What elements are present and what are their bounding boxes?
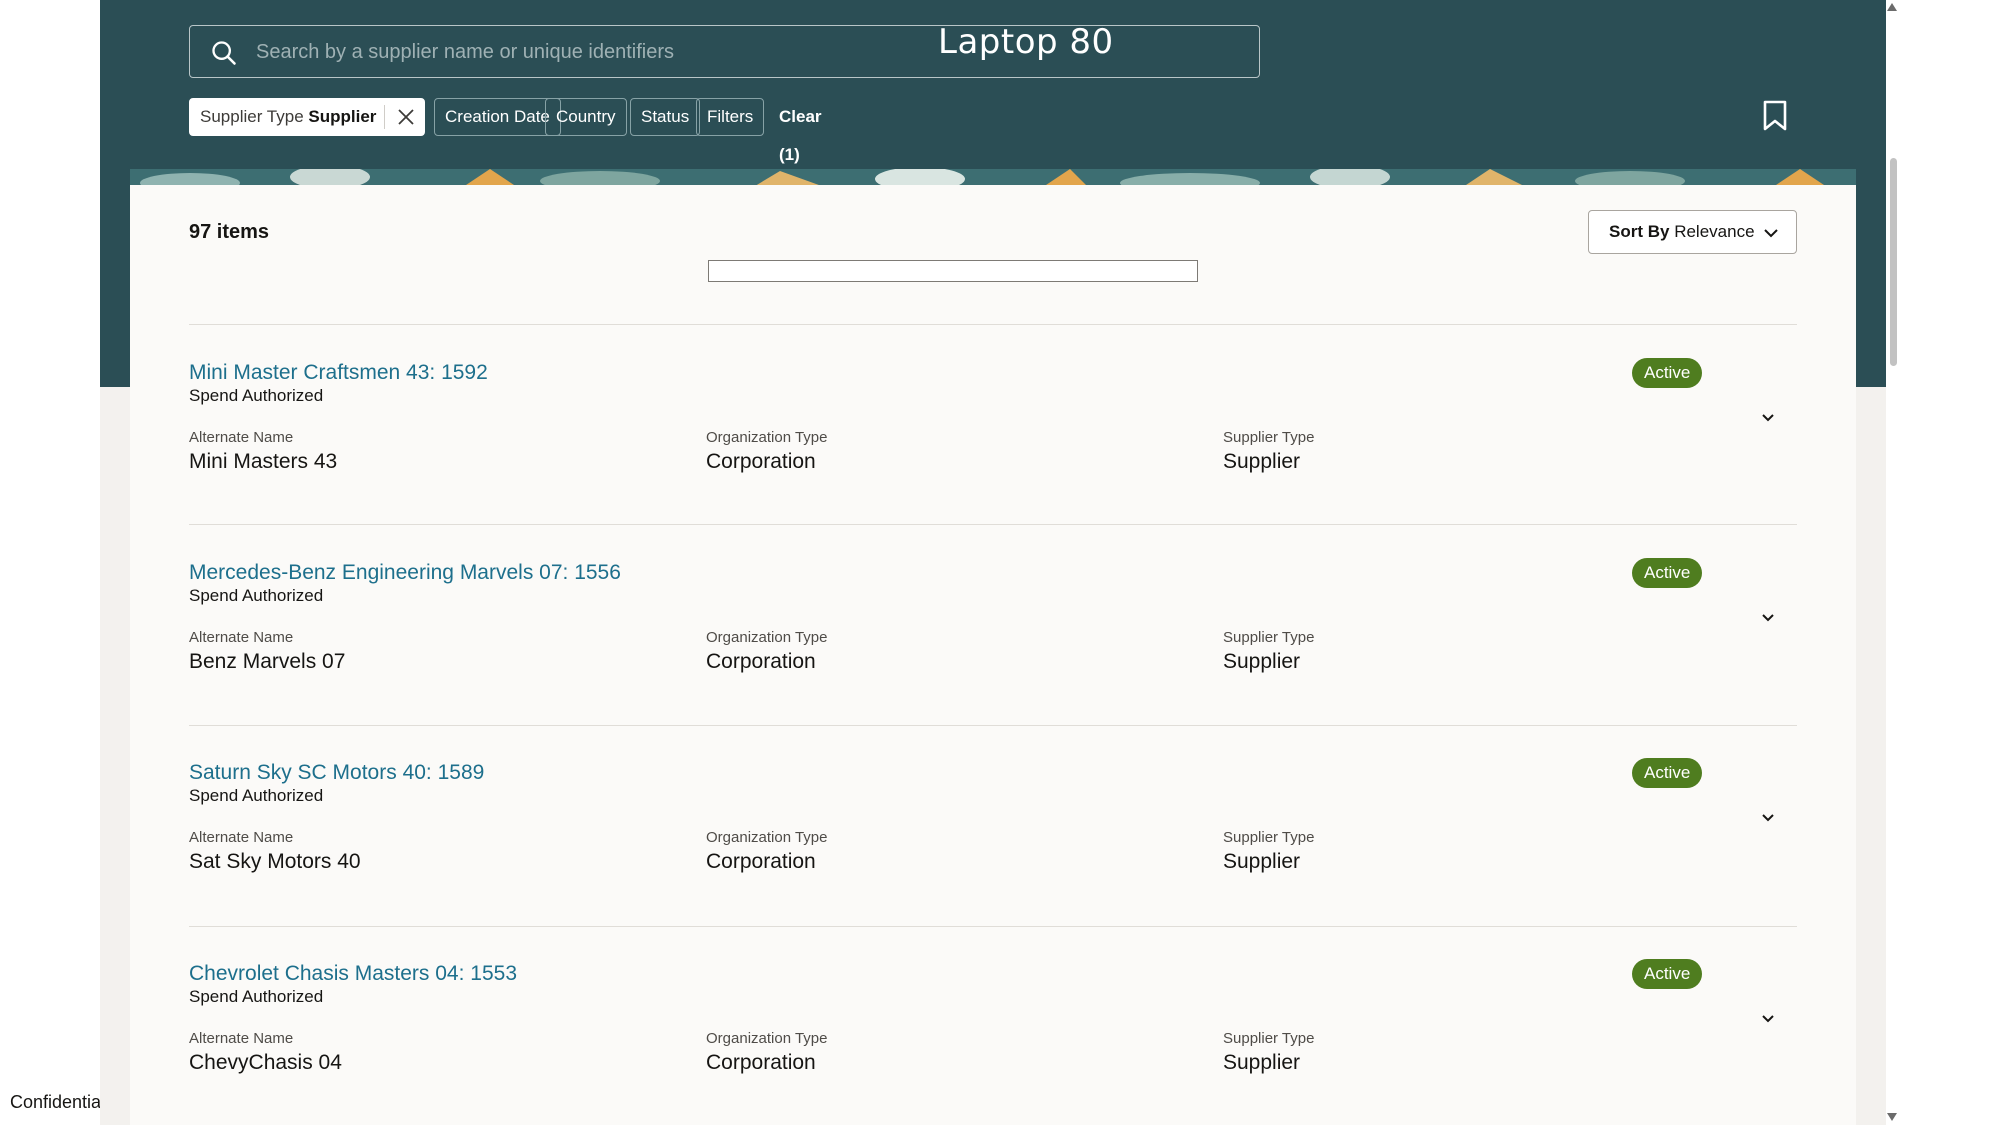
organization-type-field: Organization Type Corporation	[706, 1030, 827, 1075]
supplier-name-link[interactable]: Chevrolet Chasis Masters 04: 1553	[189, 962, 517, 986]
supplier-row: Saturn Sky SC Motors 40: 1589 Spend Auth…	[189, 758, 1797, 961]
field-value: Corporation	[706, 850, 816, 873]
field-label: Supplier Type	[1223, 429, 1315, 446]
status-badge: Active	[1632, 358, 1703, 388]
field-value: Corporation	[706, 650, 816, 673]
confidential-footer: Confidential	[10, 1092, 100, 1112]
field-label: Supplier Type	[1223, 1030, 1315, 1047]
supplier-status-text: Spend Authorized	[189, 586, 324, 605]
chip-separator	[384, 105, 386, 129]
field-value: Supplier	[1223, 450, 1301, 473]
field-value: Supplier	[1223, 850, 1301, 873]
field-value: Mini Masters 43	[189, 450, 338, 473]
field-value: Benz Marvels 07	[189, 650, 346, 673]
field-label: Supplier Type	[1223, 629, 1315, 646]
scrollbar-thumb[interactable]	[1890, 158, 1897, 366]
app-frame: Laptop 80 Supplier Type Supplier Creatio…	[100, 0, 1886, 1125]
bookmark-icon[interactable]	[1762, 100, 1788, 132]
supplier-type-field: Supplier Type Supplier	[1223, 629, 1314, 674]
field-value: Sat Sky Motors 40	[189, 850, 361, 873]
render-artifact	[708, 260, 1198, 282]
supplier-row: Chevrolet Chasis Masters 04: 1553 Spend …	[189, 959, 1797, 1125]
supplier-status-text: Spend Authorized	[189, 386, 324, 405]
supplier-row: Mini Master Craftsmen 43: 1592 Spend Aut…	[189, 358, 1797, 561]
alternate-name-field: Alternate Name ChevyChasis 04	[189, 1030, 342, 1075]
field-value: Supplier	[1223, 650, 1301, 673]
supplier-name-link[interactable]: Mercedes-Benz Engineering Marvels 07: 15…	[189, 561, 621, 585]
field-value: Supplier	[1223, 1051, 1301, 1074]
alternate-name-field: Alternate Name Benz Marvels 07	[189, 629, 345, 674]
alternate-name-field: Alternate Name Mini Masters 43	[189, 429, 337, 474]
chevron-down-icon[interactable]	[1759, 409, 1777, 427]
scroll-down-arrow-icon[interactable]	[1886, 1112, 1898, 1122]
field-label: Supplier Type	[1223, 829, 1315, 846]
chip-value: Supplier	[308, 107, 377, 126]
field-value: Corporation	[706, 1051, 816, 1074]
chevron-down-icon	[1764, 229, 1778, 238]
field-label: Organization Type	[706, 829, 828, 846]
chevron-down-icon[interactable]	[1759, 809, 1777, 827]
supplier-type-field: Supplier Type Supplier	[1223, 1030, 1314, 1075]
supplier-type-field: Supplier Type Supplier	[1223, 429, 1314, 474]
field-label: Alternate Name	[189, 629, 294, 646]
divider	[189, 524, 1797, 525]
clear-filters-link[interactable]: Clear (1)	[779, 98, 822, 174]
overlay-title: Laptop 80	[938, 22, 1114, 62]
field-label: Organization Type	[706, 629, 828, 646]
supplier-status-text: Spend Authorized	[189, 987, 324, 1006]
sort-label: Sort By	[1609, 222, 1670, 241]
organization-type-field: Organization Type Corporation	[706, 829, 827, 874]
sort-by-dropdown[interactable]: Sort By Relevance	[1588, 210, 1797, 254]
filter-chip-supplier-type[interactable]: Supplier Type Supplier	[189, 98, 426, 136]
organization-type-field: Organization Type Corporation	[706, 629, 827, 674]
search-icon	[212, 41, 236, 65]
field-label: Alternate Name	[189, 1030, 294, 1047]
divider	[189, 926, 1797, 927]
chevron-down-icon[interactable]	[1759, 609, 1777, 627]
supplier-name-link[interactable]: Mini Master Craftsmen 43: 1592	[189, 361, 488, 385]
supplier-status-text: Spend Authorized	[189, 786, 324, 805]
organization-type-field: Organization Type Corporation	[706, 429, 827, 474]
results-count: 97 items	[189, 221, 270, 243]
divider	[189, 324, 1797, 325]
field-label: Alternate Name	[189, 429, 294, 446]
close-icon[interactable]	[396, 107, 416, 127]
status-badge: Active	[1632, 558, 1703, 588]
left-gutter	[0, 0, 100, 1125]
filter-chip-filters[interactable]: Filters	[696, 98, 765, 136]
filter-chip-country[interactable]: Country	[545, 98, 627, 136]
results-panel: 97 items Sort By Relevance Mini Master C…	[130, 185, 1856, 1125]
supplier-row: Mercedes-Benz Engineering Marvels 07: 15…	[189, 558, 1797, 761]
status-badge: Active	[1632, 959, 1703, 989]
alternate-name-field: Alternate Name Sat Sky Motors 40	[189, 829, 361, 874]
chevron-down-icon[interactable]	[1759, 1010, 1777, 1028]
chip-label: Supplier Type	[200, 107, 304, 126]
filter-chip-creation-date[interactable]: Creation Date	[434, 98, 561, 136]
sort-value: Relevance	[1674, 222, 1755, 241]
field-value: ChevyChasis 04	[189, 1051, 342, 1074]
field-label: Organization Type	[706, 1030, 828, 1047]
field-label: Organization Type	[706, 429, 828, 446]
scroll-up-arrow-icon[interactable]	[1886, 2, 1898, 12]
supplier-type-field: Supplier Type Supplier	[1223, 829, 1314, 874]
field-label: Alternate Name	[189, 829, 294, 846]
status-badge: Active	[1632, 758, 1703, 788]
divider	[189, 725, 1797, 726]
filter-chip-status[interactable]: Status	[630, 98, 701, 136]
field-value: Corporation	[706, 450, 816, 473]
vertical-scrollbar[interactable]	[1886, 0, 1900, 1125]
supplier-name-link[interactable]: Saturn Sky SC Motors 40: 1589	[189, 761, 484, 785]
